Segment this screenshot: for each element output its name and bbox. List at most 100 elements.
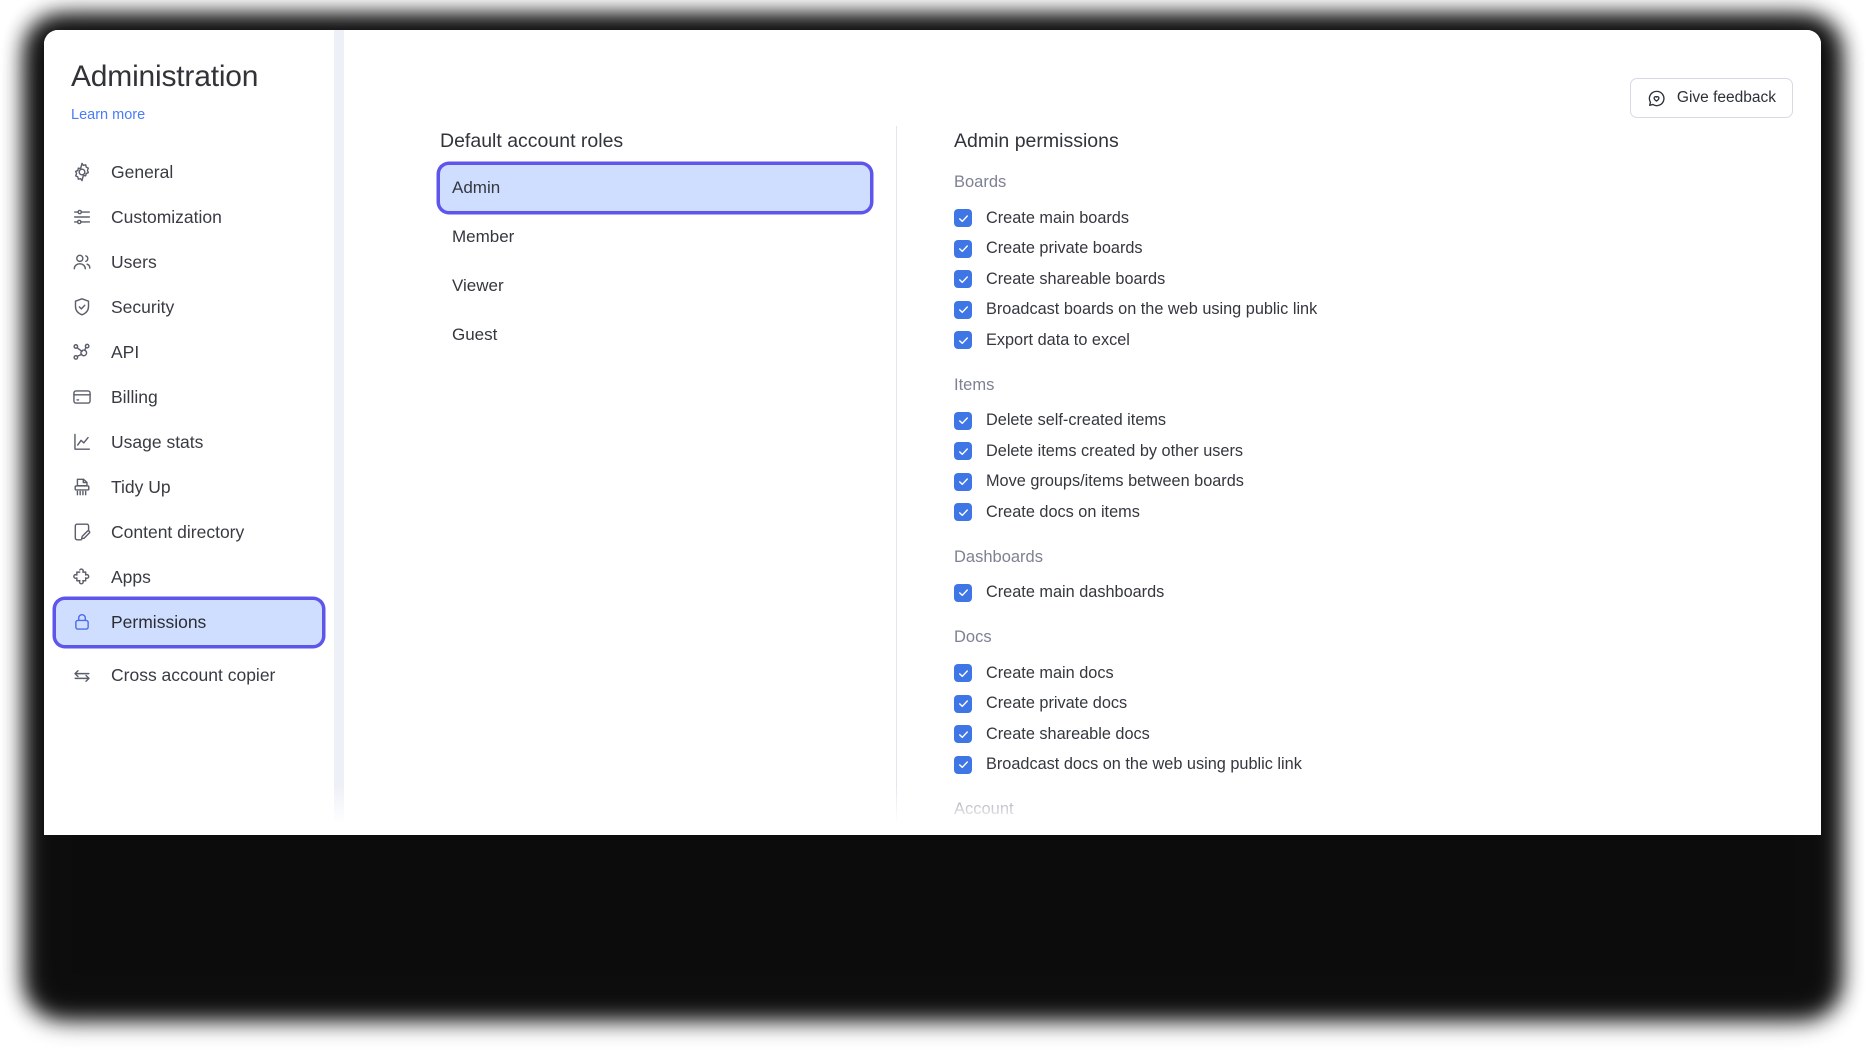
sidebar: Administration Learn more General Customi… [44, 30, 334, 835]
sidebar-item-api[interactable]: API [56, 330, 322, 375]
sidebar-item-label: Apps [111, 566, 151, 587]
permission-row[interactable]: Create private boards [954, 234, 1781, 265]
sidebar-item-cross-account-copier[interactable]: Cross account copier [56, 645, 322, 707]
permission-label: Create main dashboards [986, 583, 1165, 602]
permission-label: Create docs on items [986, 502, 1140, 521]
role-item-member[interactable]: Member [440, 214, 870, 260]
column-separator [896, 126, 897, 835]
permission-row[interactable]: Create docs on items [954, 497, 1781, 528]
sliders-icon [70, 206, 93, 229]
permission-row[interactable]: Delete items created by other users [954, 436, 1781, 467]
permission-group-title: Items [954, 375, 995, 394]
permission-row[interactable]: Create main docs [954, 658, 1781, 689]
role-label: Guest [452, 325, 498, 344]
admin-permissions-panel: Admin permissions Boards Create main boar… [954, 130, 1781, 835]
credit-card-icon [70, 386, 93, 409]
roles-heading: Default account roles [440, 130, 624, 152]
checkbox-checked-icon[interactable] [954, 583, 972, 602]
checkbox-checked-icon[interactable] [954, 300, 972, 319]
page-backdrop: Administration Learn more General Customi… [0, 0, 1865, 1055]
permission-group: Docs Create main docs Create private docs C… [954, 628, 1781, 780]
permission-group-title: Boards [954, 173, 1007, 191]
checkbox-checked-icon[interactable] [954, 411, 972, 430]
page-title: Administration [71, 60, 259, 93]
default-account-roles-panel: Default account roles Admin Member Viewer G… [440, 130, 870, 361]
role-item-admin[interactable]: Admin [440, 165, 870, 211]
permission-group: Boards Create main boards Create private b… [954, 173, 1781, 356]
permissions-heading: Admin permissions [954, 130, 1119, 152]
shield-check-icon [70, 296, 93, 319]
permission-label: Create private boards [986, 239, 1143, 258]
permission-label: Create private docs [986, 694, 1128, 713]
permission-row[interactable]: Move groups/items between boards [954, 467, 1781, 498]
permission-label: Delete items created by other users [986, 441, 1244, 460]
chart-line-icon [70, 431, 93, 454]
sidebar-item-usage-stats[interactable]: Usage stats [56, 420, 322, 465]
permission-row[interactable]: Create shareable docs [954, 719, 1781, 750]
permission-label: Export data to excel [986, 330, 1130, 349]
learn-more-link[interactable]: Learn more [44, 107, 145, 123]
sidebar-item-security[interactable]: Security [56, 285, 322, 330]
sidebar-item-label: Billing [111, 386, 158, 407]
permission-group: Items Delete self-created items Delete ite… [954, 376, 1781, 528]
permission-row[interactable]: Create main boards [954, 203, 1781, 234]
permission-row[interactable]: Export data to excel [954, 325, 1781, 356]
permission-label: Broadcast docs on the web using public l… [986, 755, 1302, 774]
checkbox-checked-icon[interactable] [954, 239, 972, 258]
role-label: Member [452, 227, 515, 246]
checkbox-checked-icon[interactable] [954, 694, 972, 713]
checkbox-checked-icon[interactable] [954, 270, 972, 289]
sidebar-item-label: Cross account copier [111, 664, 276, 685]
checkbox-checked-icon[interactable] [954, 472, 972, 491]
gear-icon [70, 161, 93, 184]
sidebar-nav: General Customization Users Security API Bill… [44, 150, 334, 707]
permission-group-title: Docs [954, 628, 992, 646]
checkbox-checked-icon[interactable] [954, 664, 972, 683]
checkbox-checked-icon[interactable] [954, 503, 972, 522]
checkbox-checked-icon[interactable] [954, 725, 972, 744]
permission-label: Move groups/items between boards [986, 472, 1244, 491]
roles-list: Admin Member Viewer Guest [440, 165, 870, 358]
users-icon [70, 251, 93, 274]
sidebar-item-label: Users [111, 251, 157, 272]
role-item-viewer[interactable]: Viewer [440, 263, 870, 309]
sidebar-item-users[interactable]: Users [56, 240, 322, 285]
swap-arrows-icon [70, 664, 93, 687]
sidebar-item-permissions[interactable]: Permissions [56, 599, 322, 645]
sidebar-item-customization[interactable]: Customization [56, 195, 322, 240]
permission-label: Create main docs [986, 663, 1114, 682]
permission-row[interactable]: Create shareable boards [954, 264, 1781, 295]
checkbox-checked-icon[interactable] [954, 331, 972, 350]
permission-row[interactable]: Delete self-created items [954, 406, 1781, 437]
lock-icon [70, 611, 93, 634]
sidebar-divider [334, 30, 344, 835]
permission-group: Dashboards Create main dashboards [954, 548, 1781, 609]
sidebar-item-billing[interactable]: Billing [56, 375, 322, 420]
app-window: Administration Learn more General Customi… [44, 30, 1821, 835]
sidebar-item-content-directory[interactable]: Content directory [56, 510, 322, 555]
give-feedback-button[interactable]: Give feedback [1629, 78, 1793, 118]
api-nodes-icon [70, 341, 93, 364]
permission-group: Account Upload files across the system [954, 800, 1781, 835]
main-content: Give feedback Default account roles Admi… [344, 30, 1821, 835]
permission-label: Delete self-created items [986, 411, 1167, 430]
permission-row[interactable]: Create private docs [954, 689, 1781, 720]
permission-group-title: Account [954, 800, 1014, 818]
checkbox-checked-icon[interactable] [954, 755, 972, 774]
sidebar-item-label: Security [111, 296, 175, 317]
feedback-bubble-heart-icon [1647, 89, 1666, 108]
sidebar-item-tidy-up[interactable]: Tidy Up [56, 465, 322, 510]
checkbox-checked-icon[interactable] [954, 209, 972, 228]
sidebar-item-general[interactable]: General [56, 150, 322, 195]
permission-row[interactable]: Create main dashboards [954, 578, 1781, 609]
permission-label: Create shareable docs [986, 724, 1150, 743]
puzzle-icon [70, 566, 93, 589]
permission-label: Broadcast boards on the web using public… [986, 300, 1318, 319]
sidebar-item-apps[interactable]: Apps [56, 555, 322, 600]
permission-row[interactable]: Broadcast boards on the web using public… [954, 295, 1781, 326]
sidebar-item-label: Usage stats [111, 431, 204, 452]
permission-row[interactable]: Upload files across the system [954, 830, 1781, 835]
permission-row[interactable]: Broadcast docs on the web using public l… [954, 750, 1781, 781]
role-item-guest[interactable]: Guest [440, 312, 870, 358]
checkbox-checked-icon[interactable] [954, 442, 972, 461]
